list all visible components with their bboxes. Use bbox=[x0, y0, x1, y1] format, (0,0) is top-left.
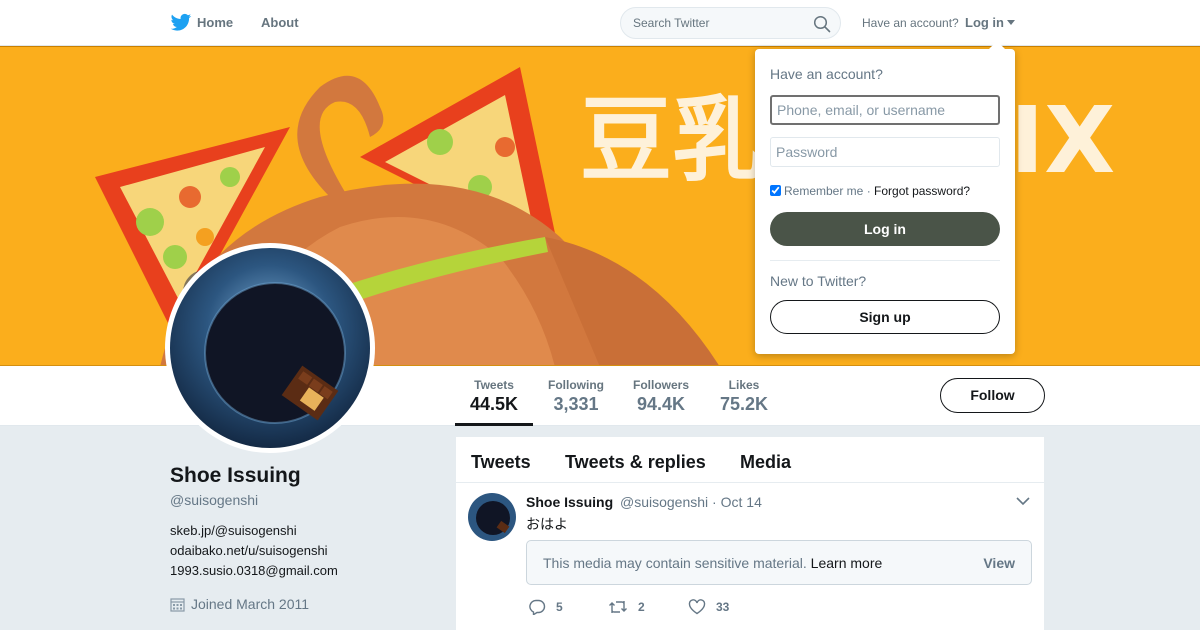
sensitive-media-notice: This media may contain sensitive materia… bbox=[526, 540, 1032, 585]
follow-button[interactable]: Follow bbox=[940, 378, 1045, 413]
banner-text-right: IX bbox=[1010, 87, 1115, 194]
stat-likes[interactable]: Likes 75.2K bbox=[720, 378, 768, 415]
timeline: Tweets Tweets & replies Media Shoe Issui… bbox=[456, 437, 1044, 630]
nav-about-link[interactable]: About bbox=[261, 15, 299, 30]
stat-followers-label: Followers bbox=[633, 378, 690, 392]
reply-count: 5 bbox=[556, 600, 563, 614]
nav-home-link[interactable]: Home bbox=[197, 15, 233, 30]
login-dropdown: Have an account? Remember me · Forgot pa… bbox=[755, 41, 1015, 354]
joined-text: Joined March 2011 bbox=[191, 596, 310, 612]
remember-separator: · bbox=[866, 184, 871, 198]
profile-handle[interactable]: @suisogenshi bbox=[170, 492, 258, 508]
tweet-text: おはよ bbox=[526, 516, 568, 532]
top-nav: Home About Search Twitter Have an accoun… bbox=[0, 0, 1200, 46]
avatar-image bbox=[170, 248, 370, 448]
stat-tweets-label: Tweets bbox=[474, 378, 514, 392]
dropdown-title: Have an account? bbox=[770, 66, 883, 82]
sensitive-message: This media may contain sensitive materia… bbox=[543, 555, 807, 571]
tweet-avatar-image bbox=[468, 493, 516, 541]
timeline-tabs: Tweets Tweets & replies Media bbox=[456, 437, 1044, 483]
dropdown-divider bbox=[770, 260, 1000, 261]
login-dropdown-toggle[interactable]: Log in bbox=[965, 15, 1015, 30]
joined-date: Joined March 2011 bbox=[170, 596, 309, 612]
stat-following[interactable]: Following 3,331 bbox=[548, 378, 604, 415]
stat-likes-value: 75.2K bbox=[720, 394, 769, 414]
tweet-author-handle[interactable]: @suisogenshi bbox=[620, 494, 708, 510]
like-action[interactable]: 33 bbox=[688, 599, 729, 615]
remember-me-row: Remember me · Forgot password? bbox=[770, 184, 970, 198]
username-field[interactable] bbox=[770, 95, 1000, 125]
stat-tweets-value: 44.5K bbox=[470, 394, 519, 414]
have-account-text: Have an account? bbox=[862, 16, 959, 30]
search-input[interactable]: Search Twitter bbox=[633, 16, 709, 30]
like-count: 33 bbox=[716, 600, 730, 614]
login-button[interactable]: Log in bbox=[770, 212, 1000, 246]
stat-likes-label: Likes bbox=[728, 378, 760, 392]
tab-tweets[interactable]: Tweets bbox=[471, 452, 531, 473]
sensitive-text: This media may contain sensitive materia… bbox=[543, 555, 882, 571]
twitter-bird-icon[interactable] bbox=[170, 13, 192, 33]
active-tab-underline bbox=[455, 423, 533, 426]
signup-button[interactable]: Sign up bbox=[770, 300, 1000, 334]
profile-avatar[interactable] bbox=[165, 243, 375, 453]
view-button[interactable]: View bbox=[983, 555, 1015, 571]
tweet-author-name[interactable]: Shoe Issuing bbox=[526, 494, 613, 510]
reply-icon bbox=[529, 599, 546, 616]
dropdown-arrow bbox=[988, 41, 1006, 50]
tab-tweets-replies[interactable]: Tweets & replies bbox=[565, 452, 706, 473]
learn-more-link[interactable]: Learn more bbox=[811, 555, 883, 571]
remember-me-checkbox[interactable] bbox=[770, 185, 781, 196]
tweet-date[interactable]: Oct 14 bbox=[721, 494, 762, 510]
tweet-meta: @suisogenshi · Oct 14 bbox=[620, 494, 762, 510]
bio-email: 1993.susio.0318@gmail.com bbox=[170, 563, 338, 578]
heart-icon bbox=[688, 599, 706, 615]
reply-action[interactable]: 5 bbox=[528, 599, 563, 616]
password-field[interactable] bbox=[770, 137, 1000, 167]
profile-name[interactable]: Shoe Issuing bbox=[170, 464, 301, 488]
stat-followers-value: 94.4K bbox=[636, 394, 686, 414]
stat-followers[interactable]: Followers 94.4K bbox=[633, 378, 689, 415]
stat-following-label: Following bbox=[548, 378, 604, 392]
login-label: Log in bbox=[965, 15, 1004, 30]
search-icon[interactable] bbox=[813, 15, 831, 33]
tweet-avatar[interactable] bbox=[468, 493, 516, 541]
banner-text-left: 豆乳 bbox=[580, 87, 764, 194]
bio-link-skeb[interactable]: skeb.jp/@suisogenshi bbox=[170, 523, 297, 538]
bio-link-odaibako[interactable]: odaibako.net/u/suisogenshi bbox=[170, 543, 328, 558]
tab-media[interactable]: Media bbox=[740, 452, 791, 473]
calendar-icon bbox=[170, 598, 185, 612]
chevron-down-icon[interactable] bbox=[1016, 496, 1030, 506]
retweet-action[interactable]: 2 bbox=[608, 599, 645, 615]
stat-following-value: 3,331 bbox=[553, 394, 599, 414]
new-to-twitter-text: New to Twitter? bbox=[770, 273, 867, 289]
forgot-password-link[interactable]: Forgot password? bbox=[874, 184, 970, 198]
caret-down-icon bbox=[1007, 20, 1015, 25]
retweet-icon bbox=[609, 601, 627, 613]
retweet-count: 2 bbox=[638, 600, 645, 614]
stat-tweets[interactable]: Tweets 44.5K bbox=[470, 378, 518, 415]
remember-me-label[interactable]: Remember me bbox=[784, 184, 863, 198]
search-box[interactable]: Search Twitter bbox=[620, 7, 841, 39]
